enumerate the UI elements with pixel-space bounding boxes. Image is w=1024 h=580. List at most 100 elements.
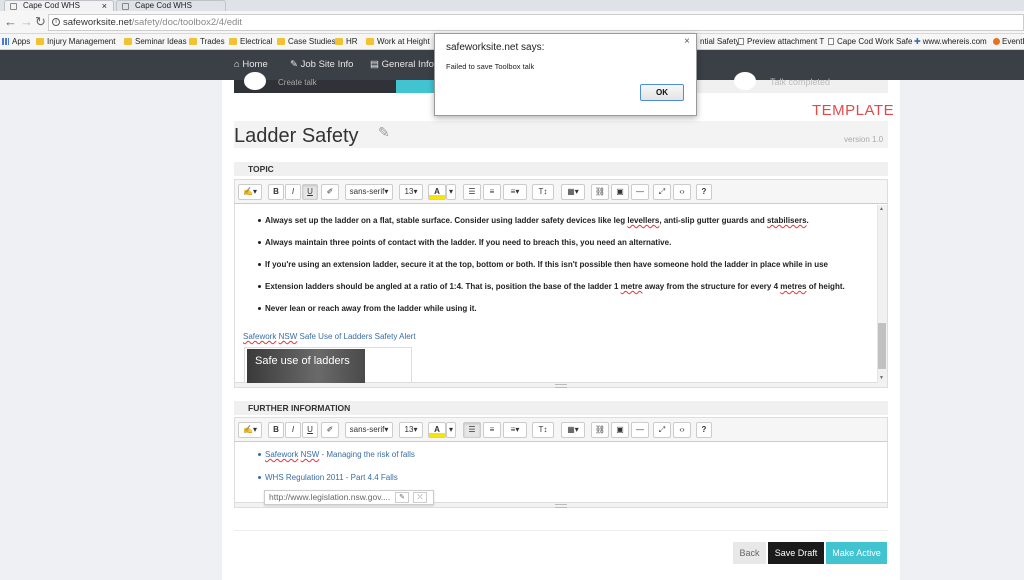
- style-magic-icon[interactable]: ✍▾: [238, 184, 262, 200]
- page-icon: [10, 3, 17, 10]
- fullscreen-icon[interactable]: ⤢: [653, 184, 671, 200]
- style-magic-icon[interactable]: ✍▾: [238, 422, 262, 438]
- document-icon: ▤: [370, 59, 382, 70]
- step-circle-icon: [734, 72, 756, 90]
- list-item: Always maintain three points of contact …: [257, 238, 672, 247]
- text-height-icon[interactable]: T↕: [532, 422, 554, 438]
- fullscreen-icon[interactable]: ⤢: [653, 422, 671, 438]
- ordered-list-icon[interactable]: ≡: [483, 422, 501, 438]
- template-label: TEMPLATE: [812, 102, 895, 119]
- help-icon[interactable]: ?: [696, 422, 712, 438]
- picture-icon[interactable]: ▣: [611, 422, 629, 438]
- browser-tab[interactable]: Cape Cod WHS: [116, 0, 226, 11]
- bullet-icon: [258, 476, 261, 479]
- save-draft-button[interactable]: Save Draft: [768, 542, 824, 564]
- help-icon[interactable]: ?: [696, 184, 712, 200]
- text-height-icon[interactable]: T↕: [532, 184, 554, 200]
- link-icon[interactable]: ⛓: [591, 184, 609, 200]
- bookmark-page[interactable]: Preview attachment T: [738, 34, 824, 49]
- paragraph-align-icon[interactable]: ≡▾: [503, 184, 527, 200]
- back-button[interactable]: Back: [733, 542, 766, 564]
- bookmark-folder[interactable]: Seminar Ideas: [124, 34, 187, 49]
- unordered-list-icon[interactable]: ☰: [463, 422, 481, 438]
- table-icon[interactable]: ▦▾: [561, 422, 585, 438]
- text-color-icon[interactable]: A: [428, 422, 446, 438]
- eventbrite-icon: [993, 38, 1000, 45]
- bold-button[interactable]: B: [268, 422, 284, 438]
- browser-tab-active[interactable]: Cape Cod WHS ×: [4, 0, 114, 11]
- bookmark-folder[interactable]: Trades: [189, 34, 225, 49]
- topic-editor-toolbar: ✍▾ B I U ✐ sans-serif▾ 13▾ A ▾ ☰ ≡ ≡▾ T↕…: [234, 179, 888, 204]
- list-item: If you're using an extension ladder, sec…: [258, 260, 828, 269]
- apps-grid-icon: [2, 38, 9, 45]
- code-view-icon[interactable]: ‹›: [673, 184, 691, 200]
- divider: [234, 530, 888, 531]
- ordered-list-icon[interactable]: ≡: [483, 184, 501, 200]
- scrollbar-thumb[interactable]: [878, 323, 886, 369]
- paragraph-align-icon[interactable]: ≡▾: [503, 422, 527, 438]
- folder-icon: [124, 38, 132, 45]
- list-item: Never lean or reach away from the ladder…: [258, 304, 477, 313]
- table-icon[interactable]: ▦▾: [561, 184, 585, 200]
- italic-button[interactable]: I: [285, 422, 301, 438]
- picture-icon[interactable]: ▣: [611, 184, 629, 200]
- unlink-icon[interactable]: ⤫: [413, 492, 427, 503]
- font-family-select[interactable]: sans-serif▾: [345, 422, 393, 438]
- horizontal-rule-icon[interactable]: —: [631, 184, 649, 200]
- text-color-icon[interactable]: A: [428, 184, 446, 200]
- bold-button[interactable]: B: [268, 184, 284, 200]
- nav-job-site-info[interactable]: ✎ Job Site Info: [290, 50, 353, 80]
- popover-url[interactable]: http://www.legislation.nsw.gov....: [269, 492, 390, 502]
- bookmark-page[interactable]: EventB: [993, 34, 1024, 49]
- folder-icon: [229, 38, 237, 45]
- close-tab-icon[interactable]: ×: [102, 1, 107, 11]
- page-icon: [738, 38, 744, 45]
- ok-button[interactable]: OK: [640, 84, 684, 101]
- make-active-button[interactable]: Make Active: [826, 542, 887, 564]
- section-header-topic: TOPIC: [234, 162, 888, 176]
- eraser-icon[interactable]: ✐: [321, 184, 339, 200]
- bookmark-folder[interactable]: Case Studies: [277, 34, 336, 49]
- font-size-select[interactable]: 13▾: [399, 422, 423, 438]
- reload-icon[interactable]: ↻: [35, 14, 46, 30]
- font-family-select[interactable]: sans-serif▾: [345, 184, 393, 200]
- url-input[interactable]: i safeworksite.net/safety/doc/toolbox2/4/…: [48, 14, 1024, 31]
- code-view-icon[interactable]: ‹›: [673, 422, 691, 438]
- dialog-message: Failed to save Toolbox talk: [446, 62, 535, 71]
- chevron-down-icon[interactable]: ▾: [446, 422, 456, 438]
- scroll-down-icon[interactable]: ▼: [879, 375, 884, 381]
- close-icon[interactable]: ×: [684, 36, 690, 47]
- bookmark-page[interactable]: Cape Cod Work Safe: [828, 34, 912, 49]
- back-arrow-icon[interactable]: ←: [4, 14, 17, 29]
- link-icon[interactable]: ⛓: [591, 422, 609, 438]
- bookmark-page[interactable]: ntial Safety: [700, 34, 740, 49]
- safety-alert-link[interactable]: Safework NSW Safe Use of Ladders Safety …: [243, 332, 416, 341]
- italic-button[interactable]: I: [285, 184, 301, 200]
- underline-button[interactable]: U: [302, 184, 318, 200]
- bookmark-folder[interactable]: Electrical: [229, 34, 272, 49]
- bookmark-folder[interactable]: Injury Management &: [36, 34, 118, 49]
- chevron-down-icon[interactable]: ▾: [446, 184, 456, 200]
- pencil-icon[interactable]: ✎: [378, 124, 390, 141]
- font-size-select[interactable]: 13▾: [399, 184, 423, 200]
- unordered-list-icon[interactable]: ☰: [463, 184, 481, 200]
- bookmark-apps[interactable]: Apps: [2, 34, 30, 49]
- eraser-icon[interactable]: ✐: [321, 422, 339, 438]
- info-icon[interactable]: i: [52, 18, 60, 26]
- list-item: Always set up the ladder on a flat, stab…: [258, 216, 809, 225]
- edit-link-icon[interactable]: ✎: [395, 492, 409, 503]
- underline-button[interactable]: U: [302, 422, 318, 438]
- nav-general-info[interactable]: ▤ General Info: [370, 50, 434, 80]
- forward-arrow-icon[interactable]: →: [20, 14, 33, 29]
- horizontal-rule-icon[interactable]: —: [631, 422, 649, 438]
- whs-regulation-link[interactable]: WHS Regulation 2011 - Part 4.4 Falls: [265, 473, 398, 482]
- managing-falls-link[interactable]: Safework NSW - Managing the risk of fall…: [265, 450, 415, 459]
- dialog-title: safeworksite.net says:: [446, 42, 545, 53]
- bookmark-folder[interactable]: HR: [335, 34, 358, 49]
- folder-icon: [36, 38, 44, 45]
- step-talk-completed: Talk completed: [696, 72, 888, 93]
- step-progress: [396, 80, 436, 93]
- bookmark-folder[interactable]: Work at Height: [366, 34, 430, 49]
- scroll-up-icon[interactable]: ▲: [879, 206, 884, 212]
- bookmark-page[interactable]: ✚ www.whereis.com: [914, 34, 987, 49]
